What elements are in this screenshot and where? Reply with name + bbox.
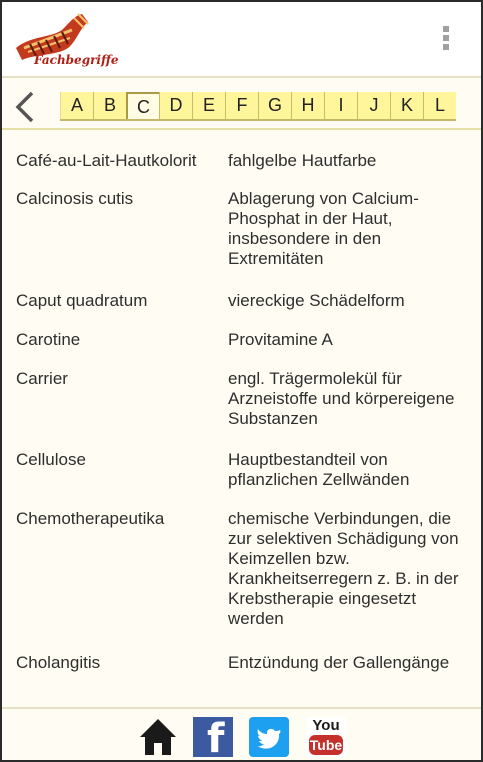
glossary-list[interactable]: Café-au-Lait-Hautkolorit fahlgelbe Hautfa… (2, 133, 481, 705)
twitter-icon[interactable] (249, 717, 289, 757)
youtube-label-bottom: Tube (309, 735, 343, 755)
glossary-term: Cellulose (16, 450, 86, 469)
glossary-row[interactable]: Calcinosis cutis Ablagerung von Calcium-P… (2, 189, 481, 269)
letter-tab-d[interactable]: D (159, 92, 192, 119)
glossary-term: Café-au-Lait-Hautkolorit (16, 151, 197, 170)
letter-tab-g[interactable]: G (258, 92, 291, 119)
back-arrow-icon[interactable] (12, 90, 38, 124)
app-logo-text: Fachbegriffe (34, 53, 119, 67)
glossary-definition: Entzündung der Gallengänge (228, 653, 450, 672)
action-bar: Fachbegriffe (2, 2, 481, 78)
letter-tab-i[interactable]: I (324, 92, 357, 119)
youtube-icon[interactable]: You Tube (306, 717, 346, 757)
glossary-term: Cholangitis (16, 653, 101, 672)
letter-tab-h[interactable]: H (291, 92, 324, 119)
letter-tab-c[interactable]: C (126, 92, 159, 119)
glossary-definition: engl. Trägermolekül für Arzneistoffe und… (228, 369, 455, 428)
glossary-definition: fahlgelbe Hautfarbe (228, 151, 377, 170)
app-screen: Fachbegriffe ABCDEFGHIJKL Café-au-Lait-H… (0, 0, 483, 762)
glossary-row[interactable]: Café-au-Lait-Hautkolorit fahlgelbe Hautfa… (2, 151, 481, 171)
glossary-definition: Provitamine A (228, 330, 333, 349)
glossary-row[interactable]: Chemotherapeutika chemische Verbindungen,… (2, 509, 481, 629)
glossary-term: Chemotherapeutika (16, 509, 165, 528)
glossary-row[interactable]: Carotine Provitamine A (2, 330, 481, 350)
glossary-row[interactable]: Carrier engl. Trägermolekül für Arzneisto… (2, 369, 481, 429)
letter-tab-j[interactable]: J (357, 92, 390, 119)
letter-tab-e[interactable]: E (192, 92, 225, 119)
youtube-label-top: You (312, 717, 340, 734)
alphabet-bar: ABCDEFGHIJKL (2, 82, 481, 130)
glossary-definition: Ablagerung von Calcium-Phosphat in der H… (228, 189, 419, 268)
glossary-term: Carotine (16, 330, 81, 349)
letter-tab-k[interactable]: K (390, 92, 423, 119)
glossary-row[interactable]: Caput quadratum viereckige Schädelform (2, 291, 481, 311)
letter-tab-l[interactable]: L (423, 92, 456, 119)
glossary-term: Caput quadratum (16, 291, 148, 310)
home-icon[interactable] (138, 717, 178, 757)
facebook-icon[interactable]: f (193, 717, 233, 760)
alphabet-tabs: ABCDEFGHIJKL (60, 92, 456, 121)
letter-tab-f[interactable]: F (225, 92, 258, 119)
glossary-definition: Hauptbestandteil von pflanzlichen Zellwä… (228, 450, 410, 489)
letter-tab-b[interactable]: B (93, 92, 126, 119)
glossary-row[interactable]: Cholangitis Entzündung der Gallengänge (2, 653, 481, 673)
bottom-share-bar: f You Tube (2, 707, 481, 760)
letter-tab-a[interactable]: A (60, 92, 93, 119)
overflow-menu-icon[interactable] (443, 26, 451, 54)
glossary-definition: viereckige Schädelform (228, 291, 405, 310)
glossary-term: Carrier (16, 369, 68, 388)
glossary-row[interactable]: Cellulose Hauptbestandteil von pflanzlich… (2, 450, 481, 490)
glossary-definition: chemische Verbindungen, die zur selektiv… (228, 509, 459, 628)
glossary-term: Calcinosis cutis (16, 189, 134, 208)
